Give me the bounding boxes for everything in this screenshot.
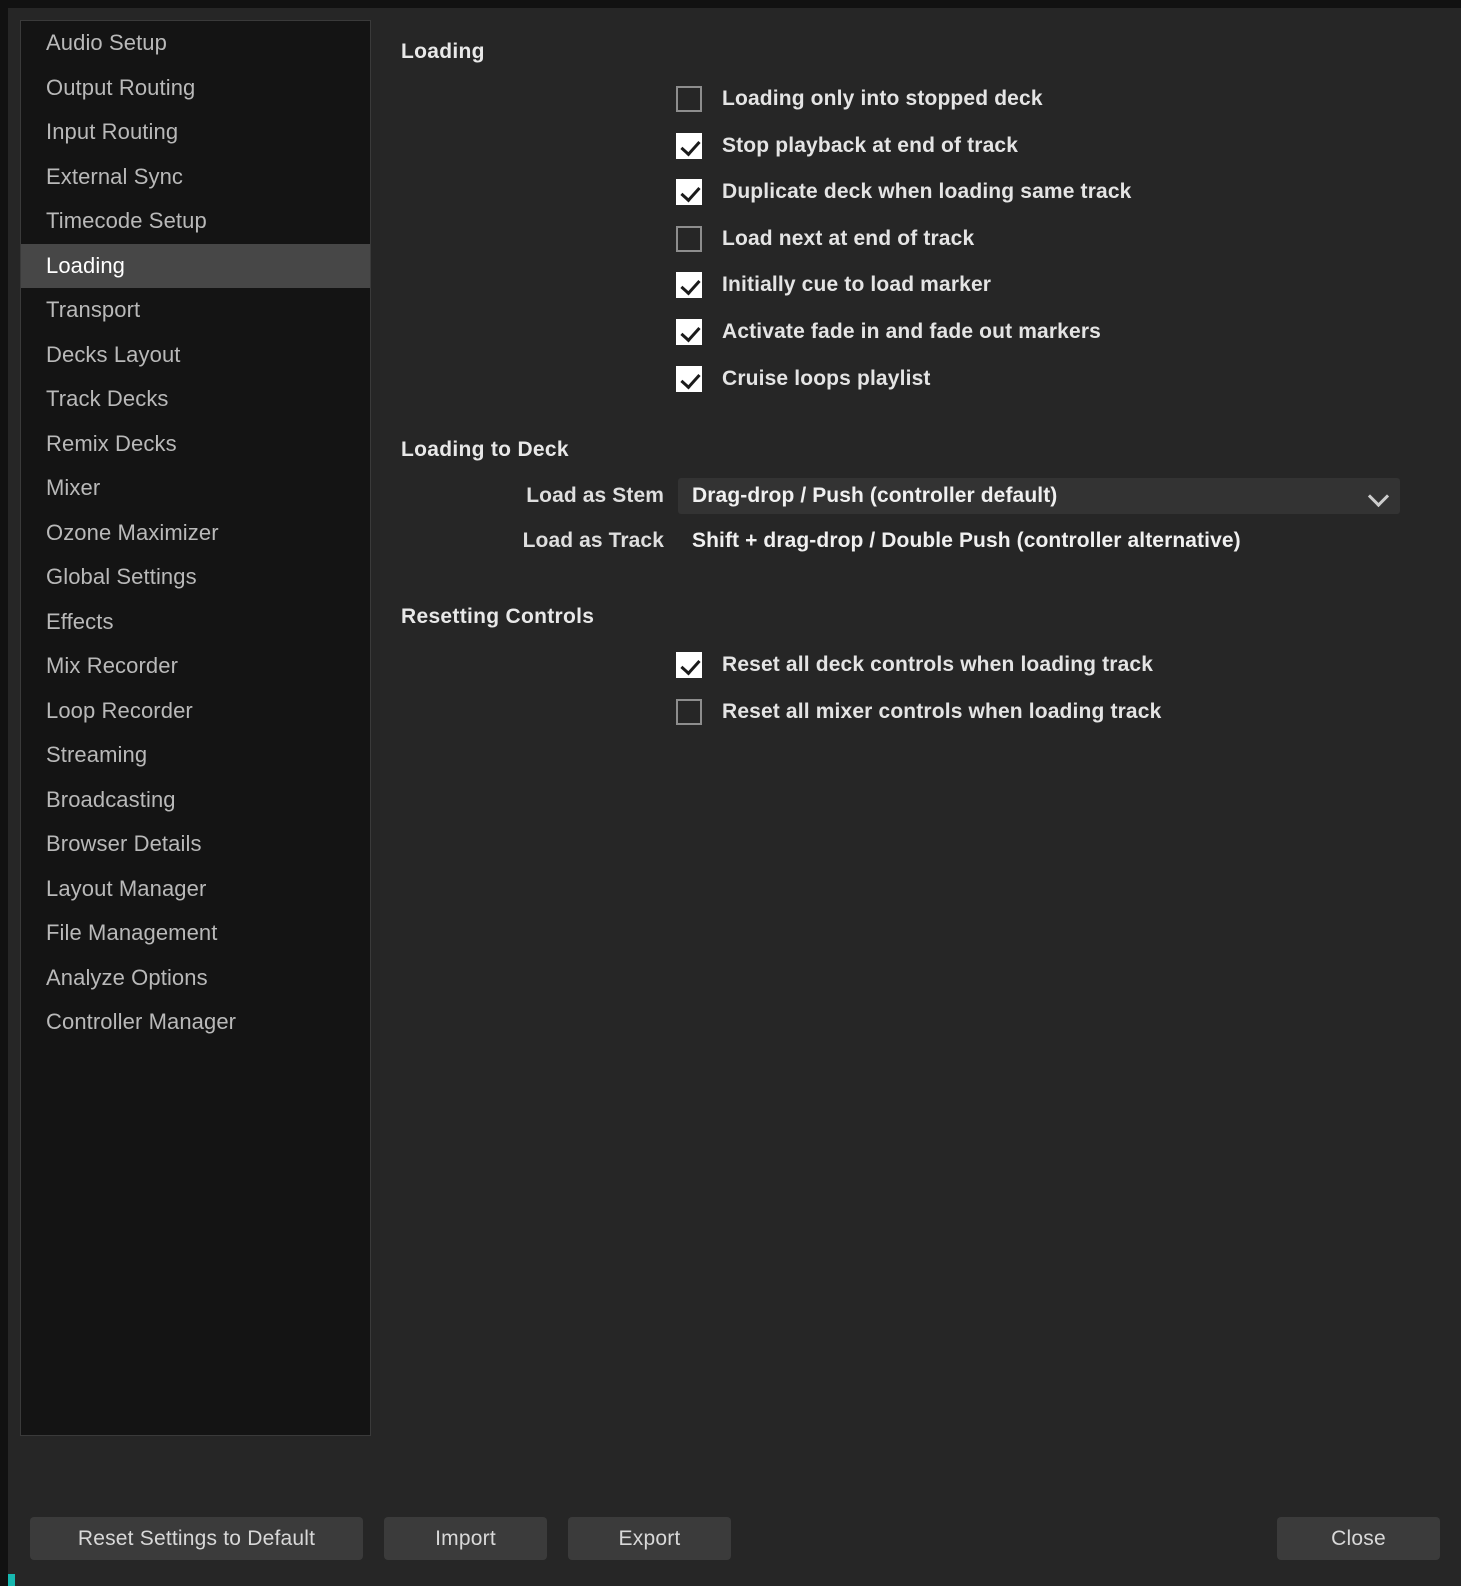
load-as-stem-dropdown[interactable]: Drag-drop / Push (controller default) <box>678 478 1400 514</box>
sidebar-item-layout-manager[interactable]: Layout Manager <box>21 867 370 912</box>
preferences-window: Audio Setup Output Routing Input Routing Ex… <box>0 0 1461 1586</box>
sidebar-item-external-sync[interactable]: External Sync <box>21 155 370 200</box>
checkbox-row[interactable]: Load next at end of track <box>676 225 974 253</box>
checkbox-label: Reset all mixer controls when loading tr… <box>722 699 1162 723</box>
checkbox-label: Stop playback at end of track <box>722 133 1019 157</box>
sidebar-item-broadcasting[interactable]: Broadcasting <box>21 778 370 823</box>
checkbox-row[interactable]: Initially cue to load marker <box>676 271 991 299</box>
checkbox-checked-icon[interactable] <box>676 652 702 678</box>
checkbox-checked-icon[interactable] <box>676 132 702 159</box>
sidebar-item-audio-setup[interactable]: Audio Setup <box>21 21 370 66</box>
sidebar-item-browser-details[interactable]: Browser Details <box>21 822 370 867</box>
sidebar-item-input-routing[interactable]: Input Routing <box>21 110 370 155</box>
load-as-stem-label: Load as Stem <box>526 484 664 507</box>
sidebar-item-global-settings[interactable]: Global Settings <box>21 555 370 600</box>
section-heading-resetting-controls: Resetting Controls <box>401 605 595 628</box>
sidebar-item-ozone-maximizer[interactable]: Ozone Maximizer <box>21 511 370 556</box>
checkbox-unchecked-icon[interactable] <box>676 86 702 112</box>
sidebar-item-loading[interactable]: Loading <box>21 243 370 288</box>
close-button[interactable]: Close <box>1277 1517 1440 1560</box>
load-as-track-value: Shift + drag-drop / Double Push (control… <box>692 529 1241 552</box>
export-button[interactable]: Export <box>568 1517 731 1560</box>
checkbox-row[interactable]: Cruise loops playlist <box>676 365 931 393</box>
sidebar-item-streaming[interactable]: Streaming <box>21 733 370 778</box>
dialog-footer: Reset Settings to Default Import Export … <box>8 1440 1461 1586</box>
checkbox-label: Activate fade in and fade out markers <box>722 320 1101 343</box>
checkbox-checked-icon[interactable] <box>676 319 702 345</box>
sidebar-item-transport[interactable]: Transport <box>21 288 370 333</box>
checkbox-row[interactable]: Loading only into stopped deck <box>676 85 1043 113</box>
checkbox-label: Reset all deck controls when loading tra… <box>722 653 1154 676</box>
checkbox-row[interactable]: Reset all mixer controls when loading tr… <box>676 698 1161 726</box>
load-as-track-row: Load as Track Shift + drag-drop / Double… <box>386 529 1241 553</box>
sidebar-item-timecode-setup[interactable]: Timecode Setup <box>21 199 370 244</box>
checkbox-unchecked-icon[interactable] <box>676 225 702 252</box>
section-heading-loading-to-deck: Loading to Deck <box>401 438 569 461</box>
checkbox-checked-icon[interactable] <box>676 272 702 299</box>
chevron-down-icon <box>1368 485 1390 507</box>
sidebar-item-output-routing[interactable]: Output Routing <box>21 66 370 111</box>
checkbox-label: Load next at end of track <box>722 226 975 250</box>
sidebar-item-effects[interactable]: Effects <box>21 600 370 645</box>
load-as-stem-row: Load as Stem Drag-drop / Push (controlle… <box>386 478 1400 514</box>
reset-settings-to-default-button[interactable]: Reset Settings to Default <box>30 1517 363 1560</box>
checkbox-row[interactable]: Reset all deck controls when loading tra… <box>676 651 1153 679</box>
load-as-stem-value: Drag-drop / Push (controller default) <box>692 484 1058 507</box>
checkbox-row[interactable]: Duplicate deck when loading same track <box>676 178 1132 206</box>
sidebar-item-analyze-options[interactable]: Analyze Options <box>21 956 370 1001</box>
sidebar-item-mixer[interactable]: Mixer <box>21 466 370 511</box>
settings-category-list[interactable]: Audio Setup Output Routing Input Routing Ex… <box>20 20 371 1436</box>
checkbox-checked-icon[interactable] <box>676 179 702 206</box>
import-button[interactable]: Import <box>384 1517 547 1560</box>
section-heading-loading: Loading <box>401 40 485 63</box>
sidebar-item-remix-decks[interactable]: Remix Decks <box>21 422 370 467</box>
sidebar-item-controller-manager[interactable]: Controller Manager <box>21 1000 370 1045</box>
checkbox-row[interactable]: Stop playback at end of track <box>676 132 1018 160</box>
load-as-track-label: Load as Track <box>522 529 664 552</box>
sidebar-item-track-decks[interactable]: Track Decks <box>21 377 370 422</box>
sidebar-item-file-management[interactable]: File Management <box>21 911 370 956</box>
accent-marker <box>8 1574 15 1586</box>
checkbox-checked-icon[interactable] <box>676 365 702 392</box>
checkbox-label: Loading only into stopped deck <box>722 87 1043 110</box>
checkbox-label: Duplicate deck when loading same track <box>722 180 1132 204</box>
sidebar-item-decks-layout[interactable]: Decks Layout <box>21 333 370 378</box>
checkbox-row[interactable]: Activate fade in and fade out markers <box>676 318 1101 346</box>
checkbox-label: Initially cue to load marker <box>722 273 992 297</box>
checkbox-label: Cruise loops playlist <box>722 366 931 390</box>
checkbox-unchecked-icon[interactable] <box>676 698 702 725</box>
sidebar-item-mix-recorder[interactable]: Mix Recorder <box>21 644 370 689</box>
sidebar-item-loop-recorder[interactable]: Loop Recorder <box>21 689 370 734</box>
settings-content-panel: Loading Loading only into stopped deck St… <box>371 8 1461 1586</box>
